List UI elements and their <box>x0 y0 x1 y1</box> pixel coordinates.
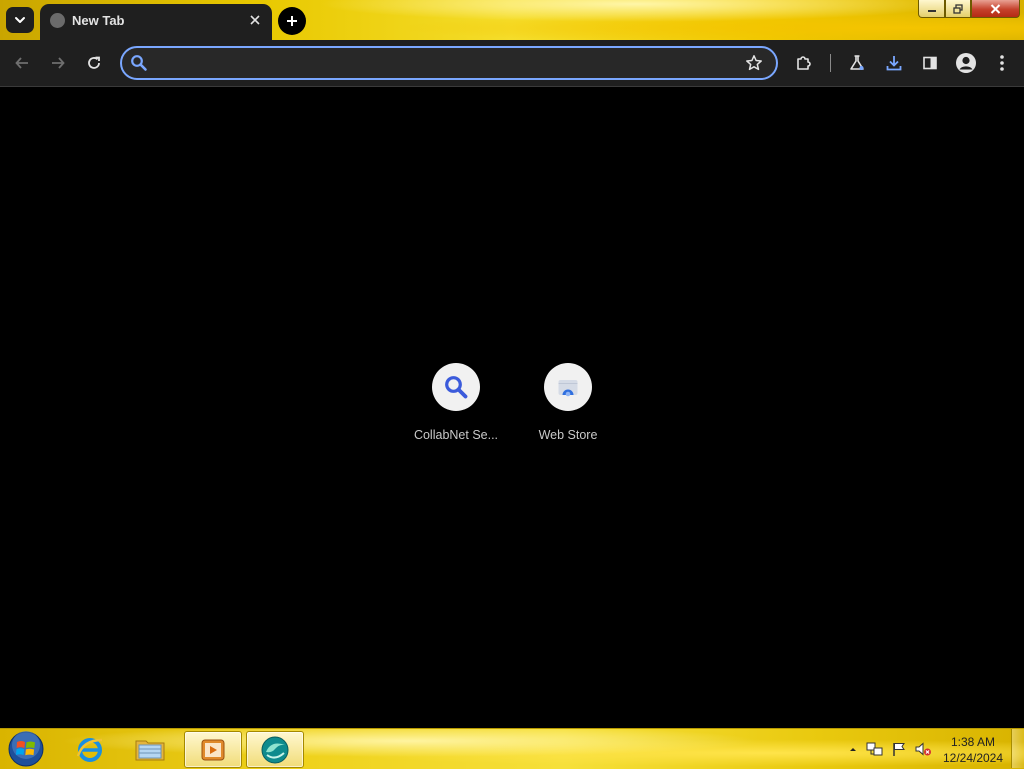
taskbar-browser[interactable] <box>246 731 304 768</box>
taskbar: 1:38 AM 12/24/2024 <box>0 728 1024 769</box>
taskbar-clock[interactable]: 1:38 AM 12/24/2024 <box>938 734 1008 766</box>
taskbar-media-player[interactable] <box>184 731 242 768</box>
network-tray-button[interactable] <box>866 740 884 758</box>
shortcut-icon-circle <box>432 363 480 411</box>
close-icon <box>250 15 260 25</box>
plus-icon <box>287 16 297 26</box>
window-controls <box>918 0 1021 19</box>
side-panel-button[interactable] <box>916 49 944 77</box>
minimize-button[interactable] <box>918 0 945 18</box>
show-desktop-button[interactable] <box>1011 729 1024 768</box>
address-bar[interactable] <box>120 46 778 80</box>
browser-title-bar: New Tab <box>0 0 1024 40</box>
restore-button[interactable] <box>945 0 971 18</box>
minimize-icon <box>927 9 936 12</box>
media-player-icon <box>201 739 225 760</box>
forward-icon <box>52 57 65 69</box>
new-tab-page: CollabNet Se... Web Store <box>0 87 1024 728</box>
restore-icon <box>953 3 963 14</box>
new-tab-button[interactable] <box>278 7 306 35</box>
globe-icon <box>50 13 65 28</box>
reload-button[interactable] <box>80 49 108 77</box>
chevron-up-icon <box>850 748 856 751</box>
show-hidden-icons-button[interactable] <box>844 740 862 758</box>
browser-toolbar <box>0 40 1024 87</box>
volume-tray-button[interactable] <box>914 740 932 758</box>
clock-time: 1:38 AM <box>950 735 996 749</box>
browser-app-icon <box>261 736 289 763</box>
side-panel-icon <box>923 56 937 70</box>
extensions-button[interactable] <box>790 49 818 77</box>
menu-icon <box>1000 55 1004 71</box>
forward-button[interactable] <box>44 49 72 77</box>
bookmark-star-icon <box>746 55 762 71</box>
download-icon <box>886 56 902 71</box>
back-icon <box>15 57 28 69</box>
tab-search-button[interactable] <box>6 7 34 33</box>
shortcut-label: Web Store <box>538 428 598 442</box>
volume-muted-icon <box>915 742 931 756</box>
system-tray: 1:38 AM 12/24/2024 <box>842 729 1024 769</box>
labs-flask-icon <box>850 55 864 70</box>
start-button[interactable] <box>6 730 46 768</box>
extensions-icon <box>797 56 811 70</box>
web-store-icon <box>558 380 578 397</box>
shortcut-web-store[interactable]: Web Store <box>512 363 624 442</box>
profile-button[interactable] <box>952 49 980 77</box>
file-explorer-icon <box>135 740 165 760</box>
chevron-down-icon <box>15 17 25 23</box>
menu-button[interactable] <box>988 49 1016 77</box>
windows-logo-icon <box>8 731 44 767</box>
taskbar-file-explorer[interactable] <box>122 731 178 766</box>
profile-icon <box>956 53 976 73</box>
toolbar-separator <box>830 54 831 72</box>
labs-button[interactable] <box>843 49 871 77</box>
network-icon <box>866 742 883 756</box>
clock-date: 12/24/2024 <box>942 751 1004 765</box>
search-icon <box>129 53 149 73</box>
address-input[interactable] <box>154 52 738 76</box>
internet-explorer-icon <box>76 737 103 762</box>
close-window-button[interactable] <box>971 0 1020 18</box>
back-button[interactable] <box>8 49 36 77</box>
flag-icon <box>893 743 905 756</box>
tab-new-tab[interactable]: New Tab <box>40 4 272 40</box>
close-icon <box>990 3 1001 14</box>
action-center-button[interactable] <box>890 740 908 758</box>
tab-title: New Tab <box>72 13 125 28</box>
bookmark-star-button[interactable] <box>742 51 766 75</box>
search-icon <box>445 376 468 399</box>
shortcut-icon-circle <box>544 363 592 411</box>
taskbar-internet-explorer[interactable] <box>62 731 118 766</box>
tab-close-button[interactable] <box>244 9 266 31</box>
reload-icon <box>88 56 100 69</box>
shortcut-collabnet-search[interactable]: CollabNet Se... <box>400 363 512 442</box>
downloads-button[interactable] <box>880 49 908 77</box>
shortcut-label: CollabNet Se... <box>413 428 499 442</box>
